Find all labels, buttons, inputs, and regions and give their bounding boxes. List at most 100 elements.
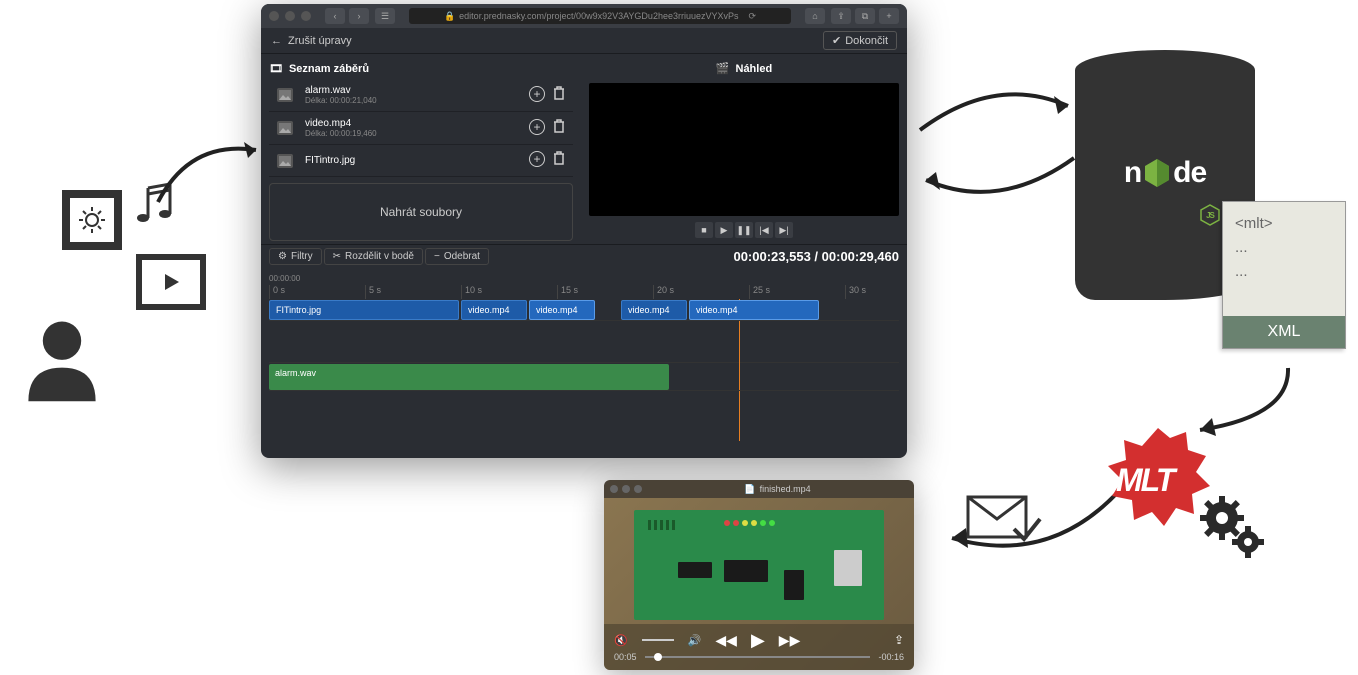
back-arrow-icon: ← — [271, 35, 282, 47]
timeline-toolbar: ⚙Filtry ✂Rozdělit v bodě −Odebrat 00:00:… — [261, 244, 907, 268]
cancel-edits-button[interactable]: ←Zrušit úpravy — [271, 35, 352, 47]
file-item[interactable]: FITintro.jpg + — [269, 145, 573, 177]
clapper-icon: 🎬 — [716, 62, 730, 75]
player-traffic-lights[interactable] — [610, 485, 642, 493]
rewind-button[interactable]: ◀◀ — [715, 632, 737, 649]
add-to-timeline-button[interactable]: + — [529, 151, 545, 167]
file-item[interactable]: video.mp4Délka: 00:00:19,460 + — [269, 112, 573, 145]
player-filename: finished.mp4 — [760, 484, 811, 494]
back-button[interactable]: ‹ — [325, 8, 345, 24]
ruler-tick: 10 s — [461, 285, 482, 299]
cut-icon: ✂ — [333, 251, 341, 262]
file-thumb-icon — [277, 154, 293, 168]
delete-file-button[interactable] — [553, 151, 565, 170]
timeline-clip[interactable]: video.mp4 — [689, 300, 819, 320]
timeline-clip[interactable]: video.mp4 — [461, 300, 527, 320]
player-time-current: 00:05 — [614, 652, 637, 662]
play-button[interactable]: ▶ — [751, 630, 765, 651]
filters-button[interactable]: ⚙Filtry — [269, 248, 322, 265]
preview-title: Náhled — [736, 63, 773, 75]
forward-button[interactable]: › — [349, 8, 369, 24]
empty-track[interactable] — [269, 323, 899, 363]
mlt-framework-logo: MLT — [1098, 420, 1248, 550]
url-bar[interactable]: 🔒editor.prednasky.com/project/00w9x92V3A… — [409, 8, 791, 24]
video-track-1[interactable]: FITintro.jpgvideo.mp4video.mp4video.mp4v… — [269, 299, 899, 321]
next-frame-button[interactable]: ▶| — [775, 222, 793, 238]
xml-line: ... — [1235, 260, 1333, 284]
file-name: FITintro.jpg — [305, 155, 517, 166]
xml-line: ... — [1235, 236, 1333, 260]
traffic-lights[interactable] — [269, 11, 311, 21]
audio-track-1[interactable]: alarm.wav — [269, 363, 899, 391]
editor-toolbar: ←Zrušit úpravy ✔Dokončit — [261, 28, 907, 54]
player-controls: 🔇 🔊 ◀◀ ▶ ▶▶ ⇪ 00:05 -00:16 — [604, 624, 914, 670]
stop-button[interactable]: ■ — [695, 222, 713, 238]
file-thumb-icon — [277, 88, 293, 102]
prev-frame-button[interactable]: |◀ — [755, 222, 773, 238]
remove-button[interactable]: −Odebrat — [425, 248, 489, 265]
volume-up-icon[interactable]: 🔊 — [688, 634, 702, 647]
media-source-icons — [62, 190, 222, 310]
email-notification-icon — [966, 495, 1042, 547]
xml-line: <mlt> — [1235, 212, 1333, 236]
vol-slider[interactable] — [642, 639, 674, 641]
mlt-text: MLT — [1116, 462, 1173, 499]
photo-icon — [62, 190, 122, 250]
home-icon[interactable]: ⌂ — [805, 8, 825, 24]
play-button[interactable]: ▶ — [715, 222, 733, 238]
preview-panel: 🎬 Náhled ■ ▶ ❚❚ |◀ ▶| — [581, 54, 907, 244]
file-meta: Délka: 00:00:19,460 — [305, 129, 517, 138]
preview-video[interactable] — [589, 83, 899, 216]
scrub-bar[interactable] — [645, 656, 871, 658]
delete-file-button[interactable] — [553, 86, 565, 105]
share-icon[interactable]: ⇪ — [831, 8, 851, 24]
share-icon[interactable]: ⇪ — [894, 633, 904, 647]
clips-panel: 🎞Seznam záběrů alarm.wavDélka: 00:00:21,… — [261, 54, 581, 244]
xml-badge: XML — [1223, 316, 1345, 348]
volume-icon[interactable]: 🔇 — [614, 634, 628, 647]
output-video-player: 📄 finished.mp4 🔇 🔊 ◀◀ ▶ ▶▶ ⇪ 00:05 — [604, 480, 914, 670]
add-to-timeline-button[interactable]: + — [529, 119, 545, 135]
ruler-start: 00:00:00 — [269, 272, 899, 285]
nodejs-logo: n de JS — [1095, 156, 1235, 190]
upload-dropzone[interactable]: Nahrát soubory — [269, 183, 573, 241]
add-to-timeline-button[interactable]: + — [529, 86, 545, 102]
file-item[interactable]: alarm.wavDélka: 00:00:21,040+ — [269, 79, 573, 112]
ruler-tick: 20 s — [653, 285, 674, 299]
player-titlebar: 📄 finished.mp4 — [604, 480, 914, 498]
timeline-clip[interactable]: video.mp4 — [621, 300, 687, 320]
timeline-clip[interactable]: alarm.wav — [269, 364, 669, 390]
player-video-area[interactable]: 🔇 🔊 ◀◀ ▶ ▶▶ ⇪ 00:05 -00:16 — [604, 498, 914, 670]
ruler-tick: 30 s — [845, 285, 866, 299]
minus-icon: − — [434, 251, 440, 262]
new-tab-icon[interactable]: + — [879, 8, 899, 24]
panel-title: Seznam záběrů — [289, 63, 369, 75]
split-button[interactable]: ✂Rozdělit v bodě — [324, 248, 423, 265]
sidebar-toggle-icon[interactable]: ☰ — [375, 8, 395, 24]
music-note-icon — [130, 180, 180, 230]
ruler-tick: 25 s — [749, 285, 770, 299]
forward-button[interactable]: ▶▶ — [779, 632, 801, 649]
player-time-remaining: -00:16 — [878, 652, 904, 662]
gears-icon — [1198, 490, 1268, 560]
timeline[interactable]: 00:00:00 0 s5 s10 s15 s20 s25 s30 s FITi… — [261, 268, 907, 445]
empty-track-2[interactable] — [269, 393, 899, 441]
pause-button[interactable]: ❚❚ — [735, 222, 753, 238]
document-icon: 📄 — [744, 484, 755, 495]
ruler-tick: 0 s — [269, 285, 285, 299]
file-thumb-icon — [277, 121, 293, 135]
timeline-clip[interactable]: video.mp4 — [529, 300, 595, 320]
video-file-icon — [136, 254, 206, 310]
window-titlebar: ‹› ☰ 🔒editor.prednasky.com/project/00w9x… — [261, 4, 907, 28]
user-avatar — [14, 310, 126, 430]
finish-button[interactable]: ✔Dokončit — [823, 31, 897, 50]
timeline-ruler[interactable]: 0 s5 s10 s15 s20 s25 s30 s — [269, 285, 899, 299]
file-name: video.mp4 — [305, 118, 517, 129]
tabs-icon[interactable]: ⧉ — [855, 8, 875, 24]
timeline-clip[interactable]: FITintro.jpg — [269, 300, 459, 320]
delete-file-button[interactable] — [553, 119, 565, 138]
timeline-tracks[interactable]: FITintro.jpgvideo.mp4video.mp4video.mp4v… — [269, 299, 899, 441]
file-meta: Délka: 00:00:21,040 — [305, 96, 517, 105]
ruler-tick: 15 s — [557, 285, 578, 299]
settings-icon: ⚙ — [278, 251, 287, 262]
